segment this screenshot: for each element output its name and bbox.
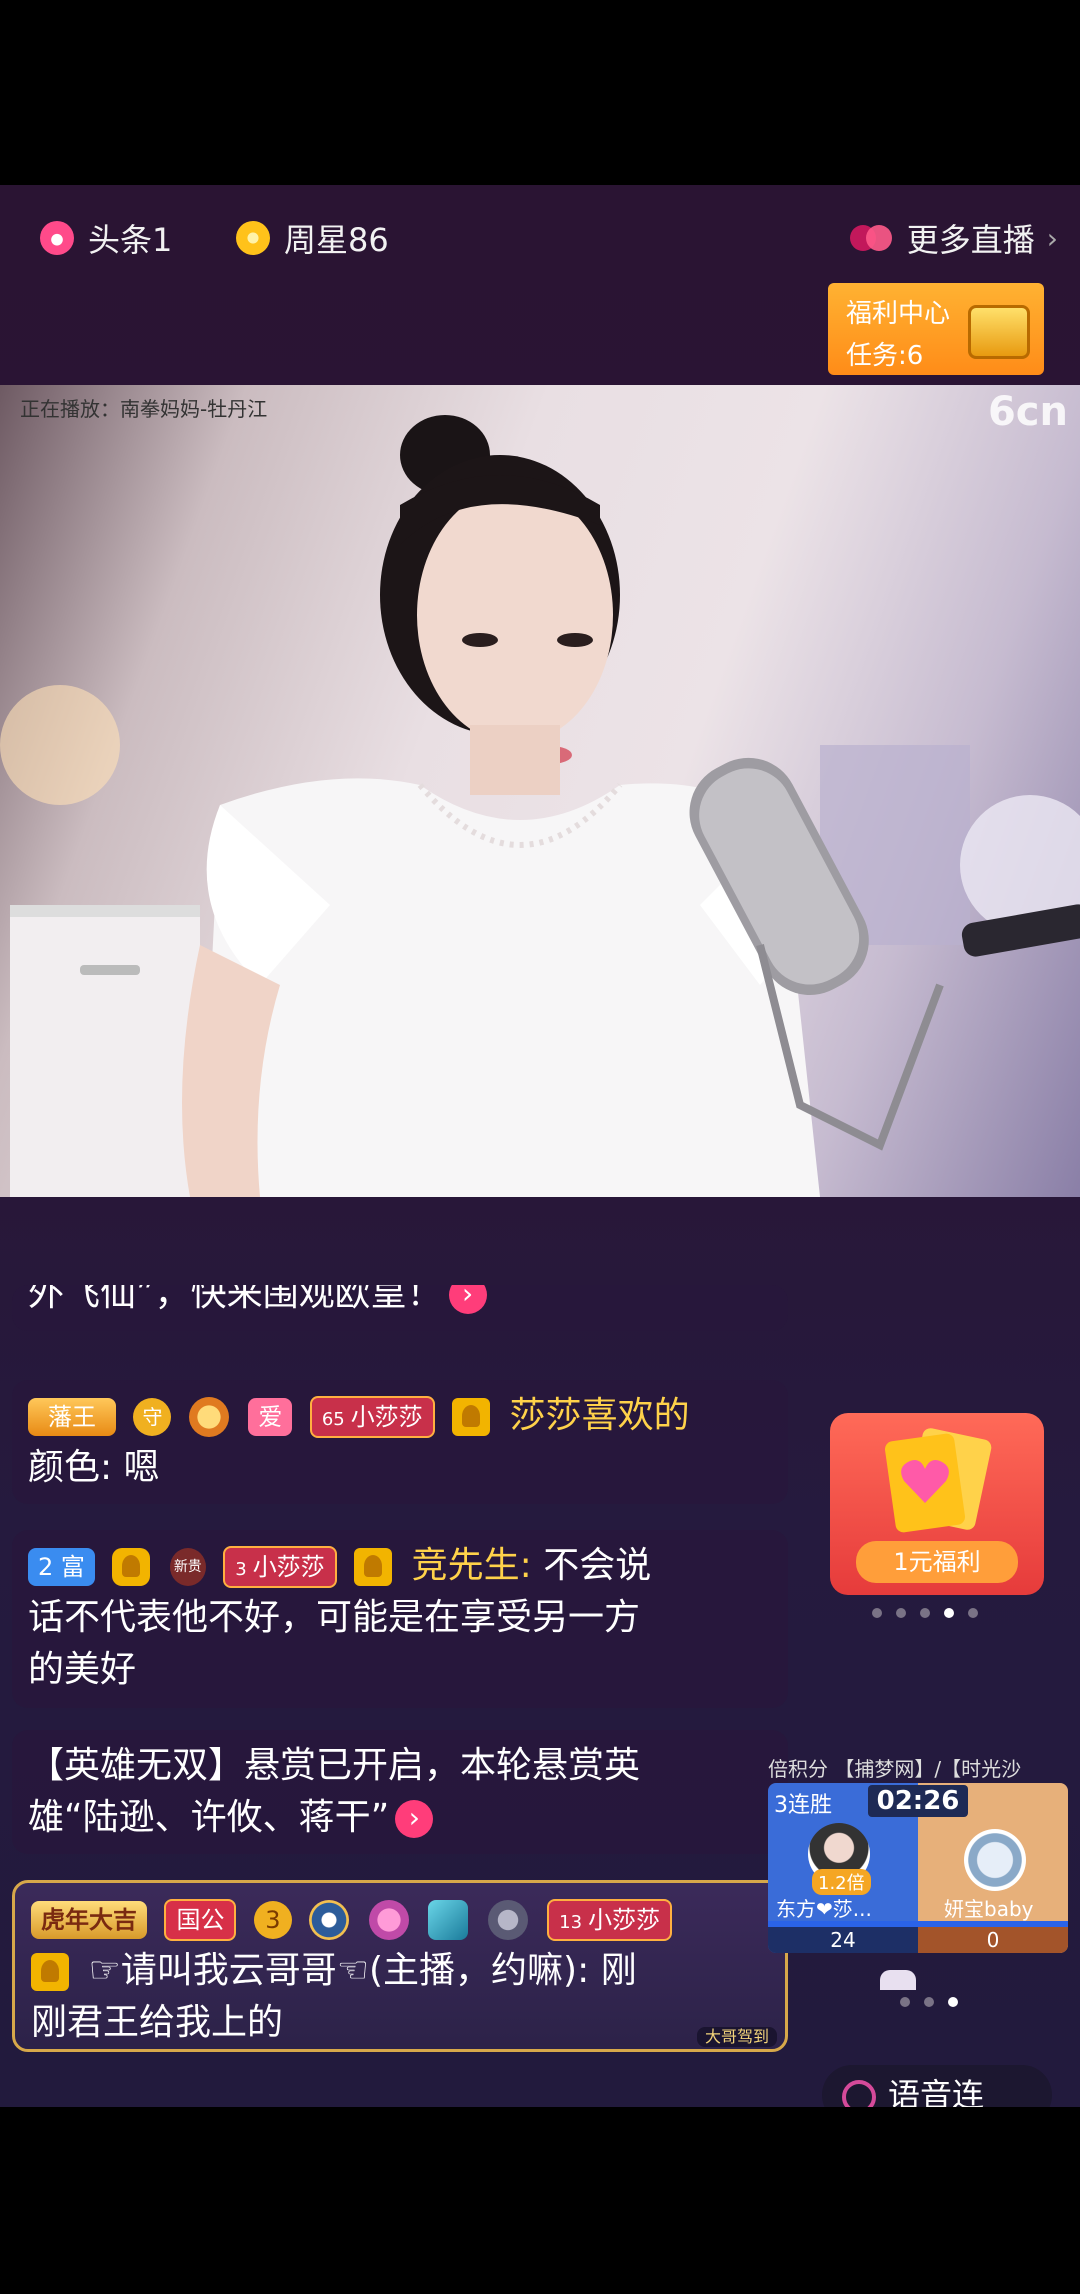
gem-icon <box>428 1900 469 1940</box>
chevron-right-icon: › <box>1046 221 1058 255</box>
pk-battle-widget[interactable]: 倍积分 【捕梦网】/【时光沙 3连胜 02:26 1.2倍 东方❤莎... 妍宝… <box>768 1753 1068 1963</box>
more-live-label: 更多直播 <box>906 221 1035 259</box>
vip-chat-message: 虎年大吉 国公 3 13 小莎莎 ☞请叫我云哥哥☜(主播，约嘛): 刚 刚君王给我… <box>12 1880 788 2052</box>
welfare-title: 福利中心 <box>846 299 951 329</box>
welfare-center-button[interactable]: 福利中心 任务:6 <box>828 283 1044 375</box>
fan-level: 13 <box>559 1912 583 1933</box>
fan-club-badge: 3 小莎莎 <box>223 1546 337 1588</box>
right-score: 0 <box>918 1927 1068 1953</box>
live-room: 头条1 周星86 更多直播 › 福利中心 任务:6 正在播放：南拳妈妈-牡丹江 … <box>0 185 1080 2107</box>
rich-badge: 2 富 <box>28 1548 95 1586</box>
headline-label: 头条1 <box>88 221 173 259</box>
left-streamer-name: 东方❤莎... <box>776 1897 872 1921</box>
guard-badge: 守 <box>133 1398 172 1436</box>
live-video[interactable]: 正在播放：南拳妈妈-牡丹江 6cn <box>0 385 1080 1197</box>
pk-header: 倍积分 【捕梦网】/【时光沙 <box>768 1757 1022 1781</box>
treasure-chest-icon <box>968 305 1030 359</box>
chat-text-2: 话不代表他不好，可能是在享受另一方 <box>28 1597 641 1638</box>
watermark-logo: 6cn <box>987 389 1068 435</box>
right-avatar[interactable] <box>964 1829 1026 1891</box>
carousel-dot <box>900 1997 910 2007</box>
more-live-button[interactable]: 更多直播 › <box>847 213 1058 263</box>
pk-body: 3连胜 02:26 1.2倍 东方❤莎... 妍宝baby 24 0 <box>768 1783 1068 1953</box>
heart-cards-icon <box>884 1428 992 1533</box>
go-arrow-icon[interactable]: › <box>395 1800 434 1838</box>
love-badge: 爱 <box>248 1398 293 1436</box>
weekly-star-label: 周星86 <box>284 221 389 259</box>
gift-carousel-dots <box>872 1608 978 1618</box>
chat-username[interactable]: 莎莎喜欢的 <box>510 1395 690 1436</box>
chat-message: 外飞仙”，快来围观欧皇！ › <box>12 1285 788 1331</box>
chat-text-1: 不会说 <box>543 1545 652 1586</box>
right-streamer-name: 妍宝baby <box>944 1897 1034 1921</box>
weekly-star-item[interactable]: 周星86 <box>236 213 389 263</box>
system-text-2: 雄“陆逊、许攸、蒋干” <box>28 1797 390 1838</box>
chat-username[interactable]: ☞请叫我云哥哥☜(主播，约嘛): <box>88 1950 589 1991</box>
headline-item[interactable]: 头条1 <box>40 213 172 263</box>
user-avatar-icon <box>354 1548 393 1586</box>
welfare-task: 任务:6 <box>846 341 924 371</box>
big-brother-tag: 大哥驾到 <box>696 2027 777 2047</box>
user-avatar-icon <box>452 1398 491 1436</box>
chat-text: 颜色: 嗯 <box>28 1447 160 1488</box>
fire-icon <box>40 221 74 255</box>
new-noble-badge: 新贵 <box>169 1548 206 1586</box>
win-streak: 3连胜 <box>774 1793 832 1818</box>
fan-club-badge: 65 小莎莎 <box>309 1396 435 1438</box>
chat-text-3: 的美好 <box>28 1649 137 1690</box>
carousel-dot <box>872 1608 882 1618</box>
system-text-1: 【英雄无双】悬赏已开启，本轮悬赏英 <box>28 1745 641 1786</box>
now-playing-label: 正在播放：南拳妈妈-牡丹江 <box>20 397 268 421</box>
carousel-dot-active <box>944 1608 954 1618</box>
gift-card-label: 1元福利 <box>856 1541 1018 1583</box>
carousel-dot <box>968 1608 978 1618</box>
chat-message: 2 富 新贵 3 小莎莎 竞先生: 不会说 话不代表他不好，可能是在享受另一方 的… <box>12 1530 788 1708</box>
fan-name: 小莎莎 <box>588 1906 661 1934</box>
level-shield-icon <box>188 1397 229 1437</box>
carousel-dot-active <box>948 1997 958 2007</box>
carousel-dot <box>924 1997 934 2007</box>
fan-name: 小莎莎 <box>252 1553 325 1581</box>
voice-link-button[interactable]: 语音连 <box>822 2065 1052 2107</box>
pk-timer: 02:26 <box>868 1785 968 1817</box>
level-badge: 3 <box>253 1901 292 1939</box>
carousel-dot <box>896 1608 906 1618</box>
chat-text-1: 刚 <box>600 1950 637 1991</box>
collapse-arrow-icon[interactable] <box>880 1970 916 1990</box>
fan-club-badge: 13 小莎莎 <box>547 1899 673 1941</box>
more-live-icon <box>849 225 892 251</box>
prince-badge: 藩王 <box>28 1398 116 1436</box>
gold-badge-icon <box>112 1548 151 1586</box>
go-arrow-icon[interactable]: › <box>448 1285 487 1314</box>
fan-level: 3 <box>235 1559 247 1580</box>
tiger-year-badge: 虎年大吉 <box>31 1901 147 1939</box>
system-message: 【英雄无双】悬赏已开启，本轮悬赏英 雄“陆逊、许攸、蒋干” › <box>12 1730 788 1854</box>
compass-icon <box>309 1900 350 1940</box>
chat-message: 藩王 守 爱 65 小莎莎 莎莎喜欢的 颜色: 嗯 <box>12 1380 788 1504</box>
voice-icon <box>842 2080 876 2107</box>
heart-badge-icon <box>368 1900 409 1940</box>
pk-carousel-dots <box>900 1997 958 2007</box>
wing-badge-icon <box>487 1900 528 1940</box>
left-score: 24 <box>768 1927 918 1953</box>
chat-text-2: 刚君王给我上的 <box>31 2002 284 2043</box>
voice-label: 语音连 <box>888 2076 985 2107</box>
one-yuan-welfare-button[interactable]: 1元福利 <box>830 1413 1044 1595</box>
user-avatar-icon <box>31 1953 69 1991</box>
chat-text: 外飞仙”，快来围观欧皇！ <box>28 1285 443 1314</box>
chat-username[interactable]: 竞先生: <box>412 1545 532 1586</box>
star-icon <box>236 221 270 255</box>
fan-level: 65 <box>321 1409 345 1430</box>
title-badge: 国公 <box>164 1899 237 1941</box>
carousel-dot <box>920 1608 930 1618</box>
streamer-scene <box>0 415 1080 1197</box>
multiplier-badge: 1.2倍 <box>812 1869 871 1895</box>
fan-name: 小莎莎 <box>350 1403 423 1431</box>
